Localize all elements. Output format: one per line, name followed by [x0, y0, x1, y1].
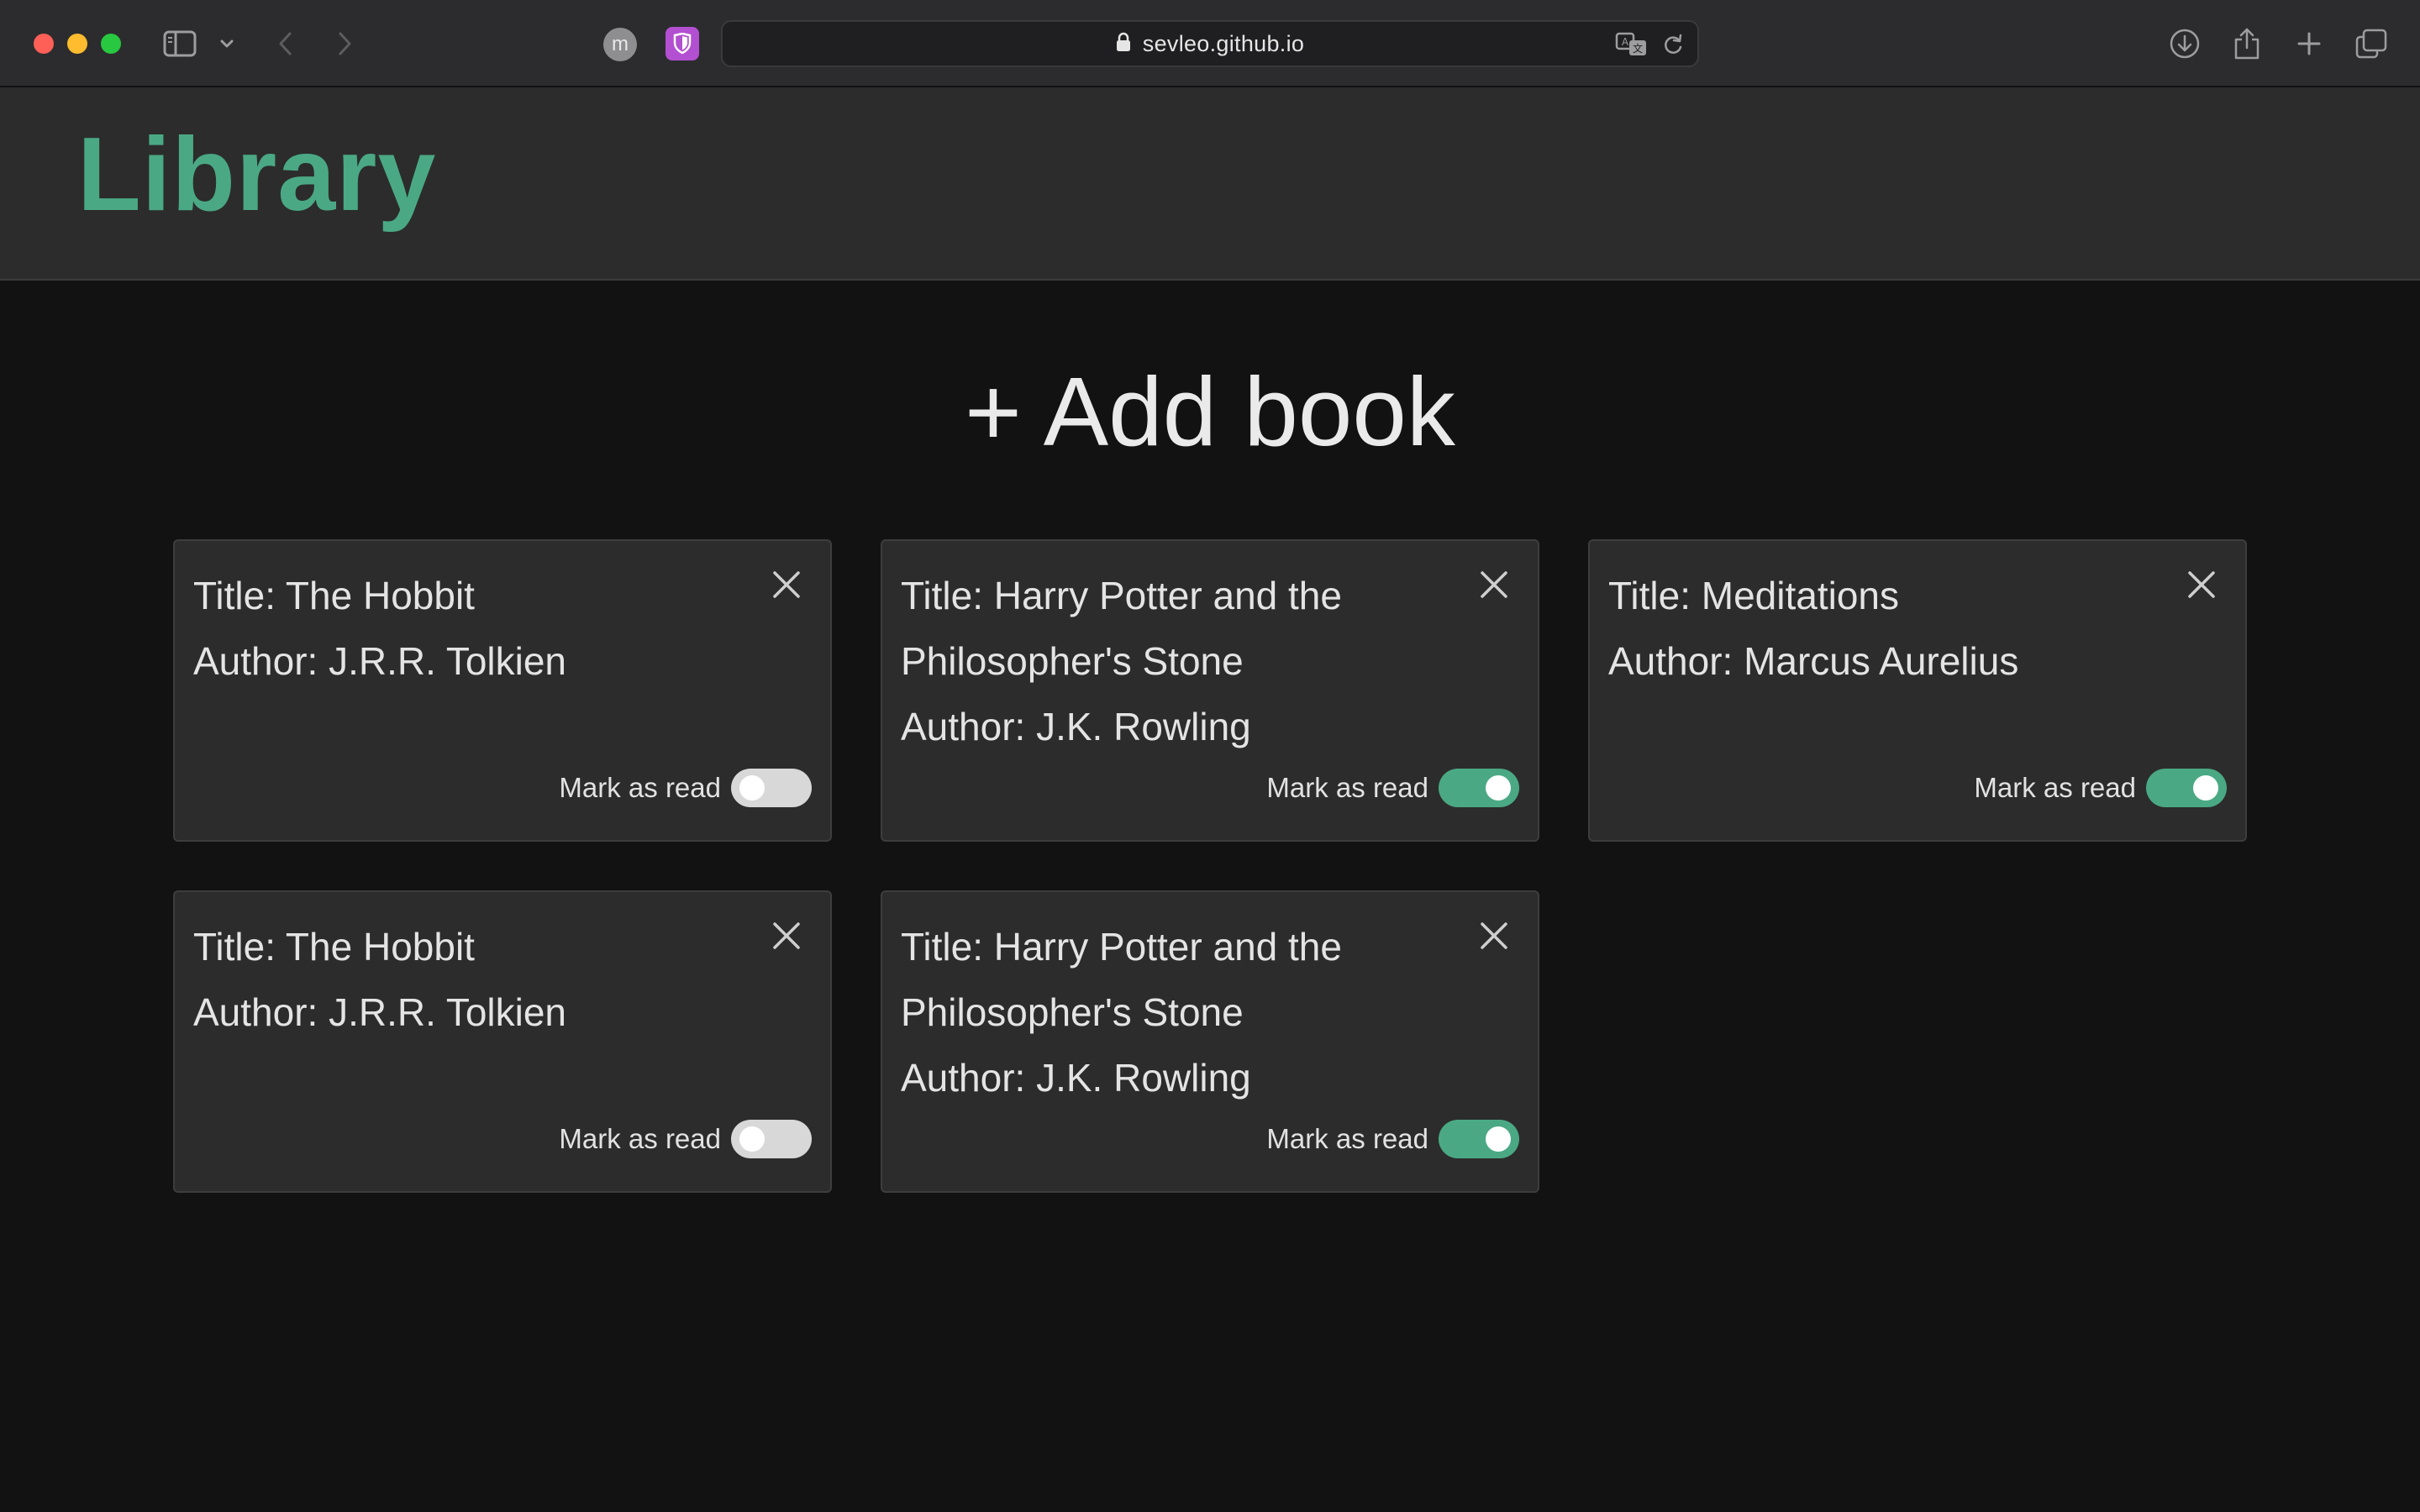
- close-window-button[interactable]: [34, 34, 54, 54]
- minimize-window-button[interactable]: [67, 34, 87, 54]
- book-title-continued: Philosopher's Stone: [901, 990, 1244, 1034]
- mark-as-read-toggle[interactable]: [731, 1120, 812, 1158]
- browser-toolbar: m sevleo.github.io A 文: [0, 0, 2420, 87]
- book-title: Title: The Hobbit: [193, 925, 475, 969]
- mark-as-read-toggle[interactable]: [1439, 769, 1519, 807]
- share-icon[interactable]: [2227, 24, 2267, 64]
- book-title: Title: Harry Potter and the: [901, 925, 1342, 969]
- mark-as-read-toggle[interactable]: [2146, 769, 2227, 807]
- zoom-window-button[interactable]: [101, 34, 121, 54]
- sidebar-toggle-icon[interactable]: [160, 25, 200, 62]
- mark-as-read-label: Mark as read: [1266, 1123, 1428, 1154]
- book-author: Author: J.R.R. Tolkien: [193, 990, 567, 1034]
- mark-as-read-label: Mark as read: [1974, 772, 2136, 803]
- lock-icon: [1116, 32, 1131, 56]
- close-icon: [773, 571, 800, 598]
- book-card: Title: Harry Potter and the Philosopher'…: [881, 539, 1539, 842]
- mark-as-read-label: Mark as read: [559, 1123, 721, 1154]
- shield-extension-icon[interactable]: [666, 27, 699, 60]
- mark-as-read-label: Mark as read: [559, 772, 721, 803]
- book-title: Title: Harry Potter and the: [901, 574, 1342, 617]
- mark-as-read-row: Mark as read: [1266, 1119, 1519, 1159]
- close-icon: [2188, 571, 2215, 598]
- profile-extension-icon[interactable]: m: [603, 28, 637, 61]
- close-icon: [1481, 922, 1507, 949]
- remove-book-button[interactable]: [766, 916, 807, 956]
- mark-as-read-row: Mark as read: [559, 768, 812, 808]
- book-title-continued: Philosopher's Stone: [901, 639, 1244, 683]
- new-tab-icon[interactable]: [2289, 24, 2329, 64]
- toggle-knob: [1486, 775, 1511, 801]
- page-title: Library: [77, 117, 437, 233]
- mark-as-read-row: Mark as read: [559, 1119, 812, 1159]
- book-title: Title: The Hobbit: [193, 574, 475, 617]
- book-card: Title: The Hobbit Author: J.R.R. Tolkien…: [173, 890, 832, 1193]
- mark-as-read-row: Mark as read: [1266, 768, 1519, 808]
- toggle-knob: [739, 775, 765, 801]
- address-bar[interactable]: sevleo.github.io A 文: [721, 20, 1699, 67]
- forward-arrow-icon[interactable]: [329, 25, 360, 62]
- close-icon: [773, 922, 800, 949]
- remove-book-button[interactable]: [2181, 564, 2222, 605]
- mark-as-read-label: Mark as read: [1266, 772, 1428, 803]
- book-card: Title: The Hobbit Author: J.R.R. Tolkien…: [173, 539, 832, 842]
- svg-text:A: A: [1622, 36, 1629, 48]
- downloads-icon[interactable]: [2165, 24, 2205, 64]
- remove-book-button[interactable]: [766, 564, 807, 605]
- toggle-knob: [739, 1126, 765, 1152]
- profile-initial: m: [612, 33, 629, 55]
- book-author: Author: J.K. Rowling: [901, 1056, 1251, 1100]
- book-author: Author: J.K. Rowling: [901, 705, 1251, 748]
- remove-book-button[interactable]: [1474, 564, 1514, 605]
- book-title: Title: Meditations: [1608, 574, 1899, 617]
- svg-text:文: 文: [1633, 42, 1643, 55]
- remove-book-button[interactable]: [1474, 916, 1514, 956]
- tab-overview-icon[interactable]: [2351, 24, 2391, 64]
- chevron-down-icon[interactable]: [217, 32, 237, 55]
- browser-window: m sevleo.github.io A 文 Library + Add boo…: [0, 0, 2420, 1512]
- page-header: Library: [0, 87, 2420, 281]
- mark-as-read-toggle[interactable]: [731, 769, 812, 807]
- mark-as-read-toggle[interactable]: [1439, 1120, 1519, 1158]
- book-card: Title: Meditations Author: Marcus Aureli…: [1588, 539, 2247, 842]
- toggle-knob: [1486, 1126, 1511, 1152]
- back-arrow-icon[interactable]: [271, 25, 301, 62]
- add-book-button[interactable]: + Add book: [924, 353, 1496, 470]
- reload-icon[interactable]: [1660, 32, 1686, 57]
- book-author: Author: J.R.R. Tolkien: [193, 639, 567, 683]
- url-text: sevleo.github.io: [1142, 30, 1305, 56]
- mark-as-read-row: Mark as read: [1974, 768, 2227, 808]
- toggle-knob: [2193, 775, 2218, 801]
- close-icon: [1481, 571, 1507, 598]
- translate-icon[interactable]: A 文: [1615, 32, 1649, 57]
- book-author: Author: Marcus Aurelius: [1608, 639, 2019, 683]
- book-card: Title: Harry Potter and the Philosopher'…: [881, 890, 1539, 1193]
